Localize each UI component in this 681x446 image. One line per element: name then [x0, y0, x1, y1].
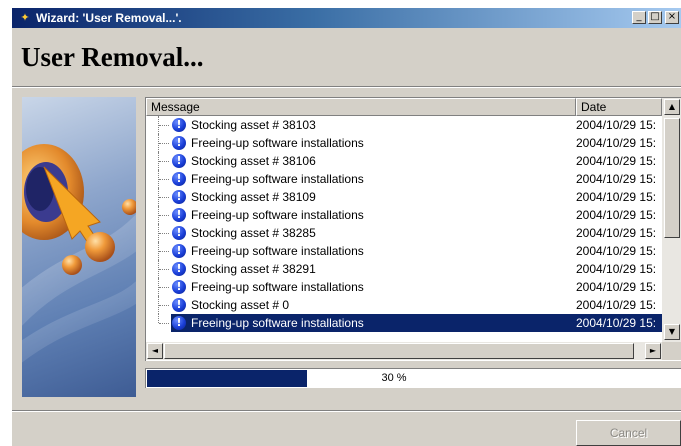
info-icon: ! — [172, 136, 186, 150]
desktop-background-left — [0, 0, 12, 446]
row-date: 2004/10/29 15: — [576, 154, 657, 168]
row-message: Freeing-up software installations — [191, 136, 364, 150]
info-icon: ! — [172, 280, 186, 294]
vertical-scrollbar[interactable]: ▲ ▼ — [662, 98, 681, 342]
scroll-down-button[interactable]: ▼ — [664, 324, 680, 340]
wizard-artwork — [22, 97, 136, 397]
minimize-button[interactable]: _ — [632, 11, 646, 24]
list-item[interactable]: ! Freeing-up software installations 2004… — [146, 206, 662, 224]
list-item[interactable]: ! Stocking asset # 38291 2004/10/29 15: — [146, 260, 662, 278]
column-header-message[interactable]: Message — [146, 98, 576, 116]
row-message: Stocking asset # 38106 — [191, 154, 316, 168]
list-item[interactable]: ! Freeing-up software installations 2004… — [146, 170, 662, 188]
info-icon: ! — [172, 298, 186, 312]
page-title: User Removal... — [21, 42, 204, 72]
info-icon: ! — [172, 316, 186, 330]
row-date: 2004/10/29 15: — [576, 190, 657, 204]
info-icon: ! — [172, 154, 186, 168]
info-icon: ! — [172, 262, 186, 276]
close-button[interactable]: × — [665, 11, 679, 24]
row-date: 2004/10/29 15: — [576, 262, 657, 276]
row-message: Freeing-up software installations — [191, 316, 364, 330]
column-header-date[interactable]: Date — [576, 98, 662, 116]
wizard-window: ✦ Wizard: 'User Removal...'. _ □ × User … — [0, 0, 681, 446]
desktop-background-top — [0, 0, 681, 8]
window-title: Wizard: 'User Removal...'. — [36, 11, 182, 25]
row-date: 2004/10/29 15: — [576, 118, 657, 132]
message-list[interactable]: Message Date ! Stocking asset # 38103 20… — [145, 97, 681, 361]
progress-bar: 30 % — [145, 368, 681, 388]
row-date: 2004/10/29 15: — [576, 298, 657, 312]
row-date: 2004/10/29 15: — [576, 136, 657, 150]
list-item[interactable]: ! Freeing-up software installations 2004… — [146, 278, 662, 296]
row-message: Freeing-up software installations — [191, 280, 364, 294]
wizard-header: User Removal... — [12, 28, 681, 87]
list-item[interactable]: ! Stocking asset # 38106 2004/10/29 15: — [146, 152, 662, 170]
row-message: Stocking asset # 38291 — [191, 262, 316, 276]
row-date: 2004/10/29 15: — [576, 316, 657, 330]
row-message: Stocking asset # 38109 — [191, 190, 316, 204]
row-message: Stocking asset # 38285 — [191, 226, 316, 240]
scroll-up-button[interactable]: ▲ — [664, 99, 680, 115]
vertical-scroll-thumb[interactable] — [664, 118, 680, 238]
info-icon: ! — [172, 172, 186, 186]
row-date: 2004/10/29 15: — [576, 208, 657, 222]
row-date: 2004/10/29 15: — [576, 244, 657, 258]
list-item[interactable]: ! Stocking asset # 38103 2004/10/29 15: — [146, 116, 662, 134]
wizard-graphic-icon — [22, 144, 136, 363]
row-date: 2004/10/29 15: — [576, 280, 657, 294]
progress-label: 30 % — [381, 372, 407, 384]
scroll-left-button[interactable]: ◄ — [147, 343, 163, 359]
horizontal-scroll-thumb[interactable] — [164, 343, 634, 359]
horizontal-scrollbar[interactable]: ◄ ► — [146, 342, 662, 360]
info-icon: ! — [172, 208, 186, 222]
list-item[interactable]: ! Freeing-up software installations 2004… — [146, 242, 662, 260]
title-bar[interactable]: ✦ Wizard: 'User Removal...'. _ □ × — [12, 8, 681, 28]
row-message: Stocking asset # 0 — [191, 298, 290, 312]
list-rows: ! Stocking asset # 38103 2004/10/29 15: … — [146, 116, 662, 342]
row-message: Stocking asset # 38103 — [191, 118, 316, 132]
row-date: 2004/10/29 15: — [576, 226, 657, 240]
info-icon: ! — [172, 190, 186, 204]
header-divider — [12, 87, 681, 88]
list-header: Message Date — [146, 98, 681, 116]
row-message: Freeing-up software installations — [191, 172, 364, 186]
row-message: Freeing-up software installations — [191, 244, 364, 258]
row-date: 2004/10/29 15: — [576, 172, 657, 186]
cancel-button[interactable]: Cancel — [576, 420, 681, 446]
list-item[interactable]: ! Stocking asset # 38109 2004/10/29 15: — [146, 188, 662, 206]
info-icon: ! — [172, 118, 186, 132]
row-message: Freeing-up software installations — [191, 208, 364, 222]
info-icon: ! — [172, 226, 186, 240]
list-item[interactable]: ! Stocking asset # 0 2004/10/29 15: — [146, 296, 662, 314]
list-item-selected[interactable]: ! Freeing-up software installations 2004… — [146, 314, 662, 332]
maximize-button[interactable]: □ — [648, 11, 662, 24]
scrollbar-corner — [662, 342, 681, 360]
list-item[interactable]: ! Freeing-up software installations 2004… — [146, 134, 662, 152]
scroll-right-button[interactable]: ► — [645, 343, 661, 359]
list-item[interactable]: ! Stocking asset # 38285 2004/10/29 15: — [146, 224, 662, 242]
info-icon: ! — [172, 244, 186, 258]
app-icon: ✦ — [20, 12, 30, 24]
